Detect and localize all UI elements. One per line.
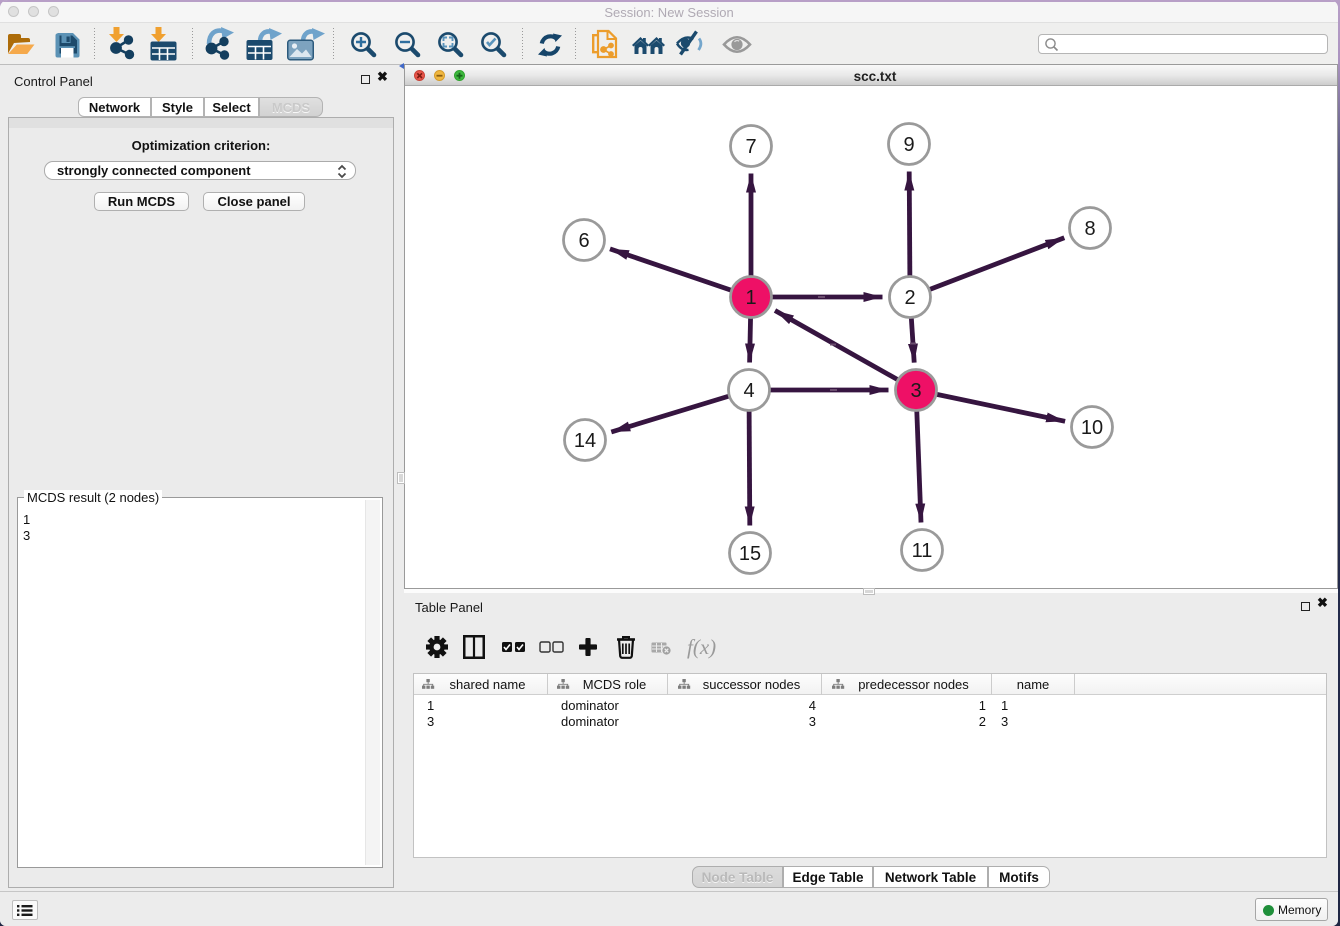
svg-text:8: 8 <box>1084 218 1095 240</box>
svg-text:11: 11 <box>912 540 933 562</box>
svg-text:4: 4 <box>743 380 754 402</box>
svg-text:10: 10 <box>1081 417 1103 439</box>
svg-text:f(x): f(x) <box>687 635 716 659</box>
svg-text:6: 6 <box>578 230 589 252</box>
svg-text:9: 9 <box>903 134 914 156</box>
svg-text:15: 15 <box>739 543 761 565</box>
svg-text:1: 1 <box>745 287 756 309</box>
svg-text:7: 7 <box>745 136 756 158</box>
svg-text:3: 3 <box>910 380 921 402</box>
svg-text:14: 14 <box>574 430 596 452</box>
svg-text:2: 2 <box>904 287 915 309</box>
